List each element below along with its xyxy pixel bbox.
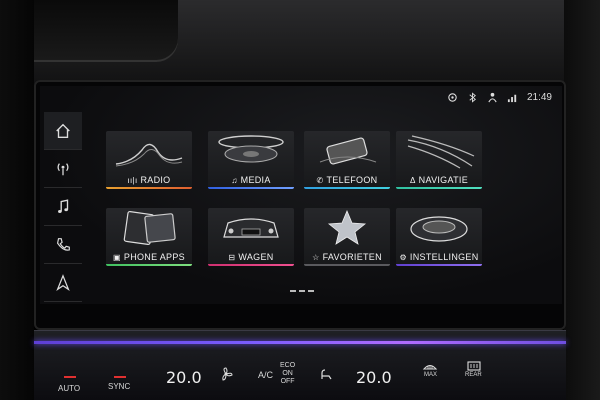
dock-home[interactable] (44, 112, 82, 150)
fan-icon[interactable] (218, 366, 234, 382)
tile-favorieten[interactable]: ☆ FAVORIETEN (304, 208, 390, 266)
tile-phone-apps[interactable]: ▣ PHONE APPS (106, 208, 192, 266)
car-front-art (208, 208, 294, 248)
telephone-icon: ✆ (316, 176, 324, 185)
tile-navigatie[interactable]: Δ NAVIGATIE (396, 131, 482, 189)
ac-button[interactable]: A/C (258, 370, 273, 380)
air-vent (28, 0, 178, 62)
dock-radio[interactable] (44, 150, 82, 188)
navigation-arrow-icon (56, 273, 70, 291)
status-bar: 21:49 (447, 90, 552, 104)
tile-telefoon[interactable]: ✆ TELEFOON (304, 131, 390, 189)
accent-bar (304, 264, 390, 266)
tile-label: ıı|ı RADIO (127, 175, 171, 185)
dock-navigation[interactable] (44, 264, 82, 302)
page-dot (299, 290, 305, 292)
accent-bar (396, 264, 482, 266)
max-label: MAX (424, 372, 438, 378)
tile-label: ✆ TELEFOON (316, 175, 378, 185)
connected-car-icon (448, 92, 457, 102)
side-dock (44, 112, 82, 302)
sync-button[interactable]: SYNC (108, 382, 130, 391)
radio-icon: ıı|ı (127, 176, 138, 185)
off-label: OFF (280, 378, 295, 385)
accent-bar (304, 187, 390, 189)
apps-icon: ▣ (113, 253, 121, 262)
car-icon: ⊟ (228, 253, 236, 262)
page-dot (290, 290, 296, 292)
tile-label: ⚙ INSTELLINGEN (399, 252, 479, 262)
tile-instellingen[interactable]: ⚙ INSTELLINGEN (396, 208, 482, 266)
tile-label: Δ NAVIGATIE (409, 175, 469, 185)
tile-label: ⊟ WAGEN (228, 252, 274, 262)
navigation-icon: Δ (409, 176, 416, 185)
page-dot (308, 290, 314, 292)
accent-bar (106, 264, 192, 266)
phone-icon (56, 237, 70, 251)
auto-button[interactable]: AUTO (58, 384, 80, 393)
driver-icon (488, 92, 497, 102)
tile-label: ♫ MEDIA (231, 175, 271, 185)
bluetooth-icon (469, 91, 476, 103)
temp-left[interactable]: 20.0 (166, 368, 202, 387)
eco-label: ECO (280, 362, 296, 369)
settings-dial-art (396, 208, 482, 248)
tile-wagen[interactable]: ⊟ WAGEN (208, 208, 294, 266)
music-note-icon (58, 198, 69, 213)
accent-bar (208, 187, 294, 189)
dock-media[interactable] (44, 188, 82, 226)
rear-label: REAR (465, 372, 482, 378)
dashboard-right (564, 0, 600, 400)
accent-bar (106, 187, 192, 189)
phone-apps-art (106, 208, 192, 248)
accent-bar (396, 187, 482, 189)
tile-media[interactable]: ♫ MEDIA (208, 131, 294, 189)
radio-antenna-icon (57, 162, 69, 175)
seat-airflow-icon[interactable] (318, 366, 334, 382)
dashboard-left (0, 0, 34, 400)
dock-phone[interactable] (44, 226, 82, 264)
infotainment-screen: 21:49 ıı|ı RADIO ♫ MEDIA ✆ TELEFOON Δ NA… (40, 86, 562, 304)
music-icon: ♫ (231, 176, 238, 185)
accent-bar (208, 264, 294, 266)
sync-indicator (114, 376, 126, 378)
page-indicator (290, 290, 314, 292)
home-icon (56, 123, 70, 138)
signal-icon (507, 94, 517, 102)
settings-icon: ⚙ (399, 253, 407, 262)
phone-art (304, 131, 390, 171)
auto-indicator (64, 376, 76, 378)
on-label: ON (282, 370, 293, 377)
tile-label: ☆ FAVORIETEN (312, 252, 382, 262)
media-disc-art (208, 131, 294, 171)
ambient-light-strip (34, 341, 566, 344)
tile-label: ▣ PHONE APPS (113, 252, 185, 262)
radio-wave-art (106, 131, 192, 171)
star-art (304, 208, 390, 248)
tile-radio[interactable]: ıı|ı RADIO (106, 131, 192, 189)
temp-right[interactable]: 20.0 (356, 368, 392, 387)
navigation-road-art (396, 131, 482, 171)
star-icon: ☆ (312, 253, 320, 262)
clock: 21:49 (526, 91, 552, 103)
eco-toggle[interactable]: ECO ON OFF (280, 362, 295, 386)
